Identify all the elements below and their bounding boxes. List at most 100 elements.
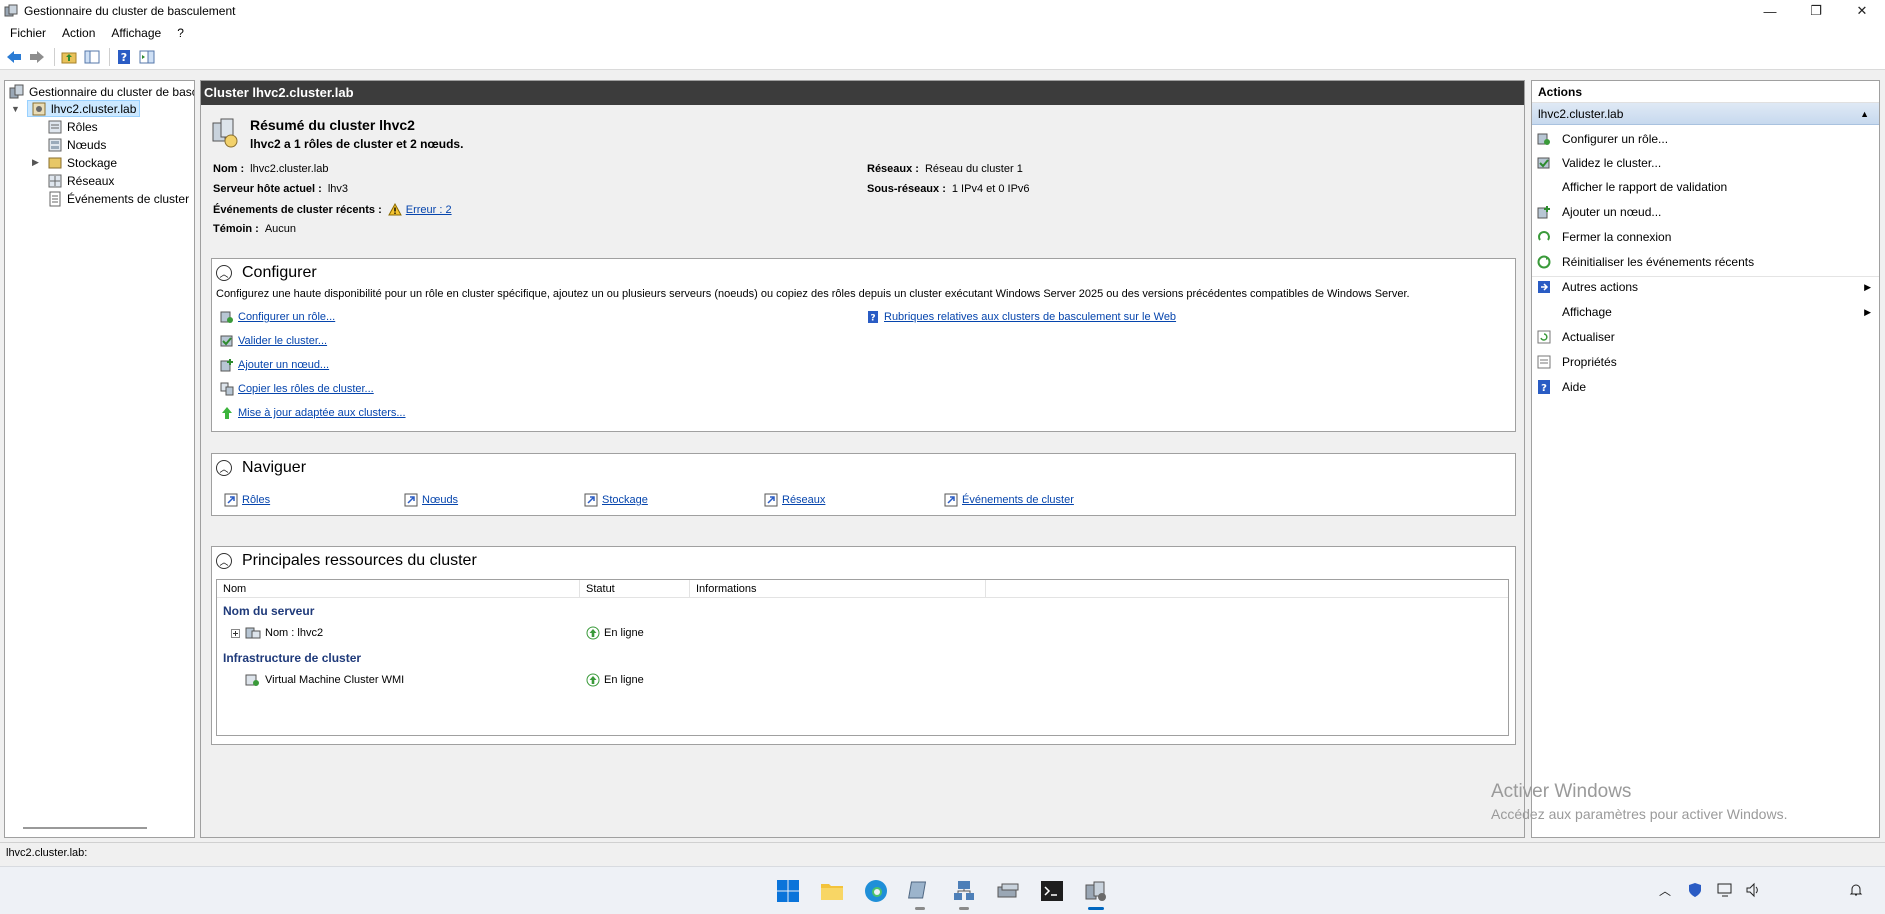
notifications-bell-icon[interactable] <box>1845 879 1867 901</box>
show-tree-icon[interactable] <box>82 47 102 67</box>
tree-item-storage[interactable]: Stockage <box>47 154 117 171</box>
field-reseaux: Réseaux : Réseau du cluster 1 <box>867 163 1023 175</box>
row-status: En ligne <box>604 674 644 686</box>
link-label: Stockage <box>602 494 648 506</box>
file-explorer-icon[interactable] <box>816 875 848 907</box>
field-label: Témoin : <box>213 223 259 235</box>
actions-context-label: lhvc2.cluster.lab <box>1538 107 1624 121</box>
network-status-icon[interactable] <box>1714 879 1736 901</box>
terminal-icon[interactable] <box>1036 875 1068 907</box>
add-node-link[interactable]: Ajouter un nœud... <box>220 357 329 373</box>
table-row[interactable]: Nom : lhvc2 En ligne <box>217 624 1508 642</box>
reset-events-icon <box>1536 254 1552 270</box>
menu-affichage[interactable]: Affichage <box>103 22 169 44</box>
start-windows-icon[interactable] <box>772 875 804 907</box>
column-header-nom[interactable]: Nom <box>217 580 580 598</box>
network-icon <box>48 174 62 187</box>
nav-link-nodes[interactable]: Nœuds <box>404 492 458 508</box>
web-topics-link[interactable]: ? Rubriques relatives aux clusters de ba… <box>866 309 1176 325</box>
action-reset-events[interactable]: Réinitialiser les événements récents <box>1532 250 1879 274</box>
group-header: Infrastructure de cluster <box>223 651 362 665</box>
action-pane-icon[interactable] <box>137 47 157 67</box>
failover-cluster-taskbar-icon[interactable] <box>1080 875 1112 910</box>
action-validation-report[interactable]: Afficher le rapport de validation <box>1532 175 1879 199</box>
tree-item-networks[interactable]: Réseaux <box>47 172 114 189</box>
restore-button[interactable]: ❐ <box>1793 0 1839 22</box>
cluster-manager-icon <box>4 4 18 17</box>
action-label: Fermer la connexion <box>1562 230 1672 244</box>
copy-roles-link[interactable]: Copier les rôles de cluster... <box>220 381 374 397</box>
action-close-connection[interactable]: Fermer la connexion <box>1532 225 1879 249</box>
nav-link-roles[interactable]: Rôles <box>224 492 270 508</box>
collapse-button[interactable]: ︿ <box>216 460 232 476</box>
action-configure-role[interactable]: Configurer un rôle... <box>1532 127 1879 151</box>
forward-arrow-icon[interactable] <box>27 47 47 67</box>
link-label: Rubriques relatives aux clusters de basc… <box>884 311 1177 323</box>
action-refresh[interactable]: Actualiser <box>1532 325 1879 349</box>
network-app-icon[interactable] <box>948 875 980 910</box>
up-folder-icon[interactable] <box>59 47 79 67</box>
running-indicator <box>915 907 925 910</box>
minimize-button[interactable]: — <box>1747 0 1793 22</box>
cluster-aware-update-link[interactable]: Mise à jour adaptée aux clusters... <box>220 405 406 421</box>
action-validate-cluster[interactable]: Validez le cluster... <box>1532 151 1879 175</box>
expand-plus-icon[interactable] <box>231 624 240 642</box>
collapse-up-icon[interactable]: ▲ <box>1860 103 1869 125</box>
menu-help[interactable]: ? <box>169 22 192 44</box>
tree-roles-label: Rôles <box>67 119 98 134</box>
submenu-arrow-icon: ▶ <box>1864 281 1871 292</box>
field-label: Événements de cluster récents : <box>213 203 382 216</box>
view-icon <box>1536 304 1552 320</box>
events-error-link[interactable]: Erreur : 2 <box>406 204 452 216</box>
volume-icon[interactable] <box>1742 879 1764 901</box>
activation-watermark-text: Accédez aux paramètres pour activer Wind… <box>1491 806 1788 822</box>
actions-context-header[interactable]: lhvc2.cluster.lab ▲ <box>1532 103 1879 125</box>
toolbar: ? <box>0 44 1885 70</box>
collapse-button[interactable]: ︿ <box>216 265 232 281</box>
action-view[interactable]: Affichage ▶ <box>1532 300 1879 324</box>
summary-title: Résumé du cluster lhvc2 <box>250 117 415 133</box>
link-label: Nœuds <box>422 494 459 506</box>
row-status-cell: En ligne <box>586 671 644 689</box>
resources-table: Nom Statut Informations Nom du serveur N… <box>216 579 1509 736</box>
menu-action[interactable]: Action <box>54 22 103 44</box>
chevron-right-icon[interactable]: ▶ <box>31 158 40 167</box>
help-icon[interactable]: ? <box>114 47 134 67</box>
validate-cluster-link[interactable]: Valider le cluster... <box>220 333 327 349</box>
tree-item-events[interactable]: Événements de cluster <box>47 190 189 207</box>
action-properties[interactable]: Propriétés <box>1532 350 1879 374</box>
action-more-actions[interactable]: Autres actions ▶ <box>1532 275 1879 299</box>
action-help[interactable]: ? Aide <box>1532 375 1879 399</box>
tree-item-roles[interactable]: Rôles <box>47 118 98 135</box>
configure-role-link[interactable]: Configurer un rôle... <box>220 309 335 325</box>
column-header-informations[interactable]: Informations <box>690 580 986 598</box>
collapse-button[interactable]: ︿ <box>216 553 232 569</box>
security-shield-icon[interactable] <box>1684 879 1706 901</box>
menu-fichier[interactable]: Fichier <box>2 22 54 44</box>
tree-item-nodes[interactable]: Nœuds <box>47 136 106 153</box>
horizontal-scrollbar[interactable] <box>23 827 147 829</box>
edge-browser-icon[interactable] <box>860 875 892 907</box>
close-button[interactable]: ✕ <box>1839 0 1885 22</box>
nav-link-storage[interactable]: Stockage <box>584 492 648 508</box>
table-row[interactable]: Virtual Machine Cluster WMI En ligne <box>217 671 1508 689</box>
hyperv-manager-icon[interactable] <box>992 875 1024 907</box>
storage-icon <box>48 157 62 168</box>
tree-root-item[interactable]: Gestionnaire du cluster de basc <box>9 83 194 100</box>
validate-icon <box>1536 155 1552 171</box>
column-header-statut[interactable]: Statut <box>580 580 690 598</box>
action-add-node[interactable]: Ajouter un nœud... <box>1532 200 1879 224</box>
nav-link-networks[interactable]: Réseaux <box>764 492 825 508</box>
ressources-section: ︿ Principales ressources du cluster Nom … <box>211 546 1516 745</box>
add-node-icon <box>1536 204 1552 220</box>
nav-link-events[interactable]: Événements de cluster <box>944 492 1074 508</box>
back-arrow-icon[interactable] <box>4 47 24 67</box>
menu-bar: Fichier Action Affichage ? <box>0 22 1885 44</box>
show-hidden-icons-icon[interactable]: ︿ <box>1654 879 1676 901</box>
section-title: Naviguer <box>242 459 307 476</box>
tree-item-cluster[interactable]: lhvc2.cluster.lab <box>27 100 141 117</box>
chevron-down-icon[interactable]: ▼ <box>11 105 20 114</box>
server-manager-icon[interactable] <box>904 875 936 910</box>
field-value: 1 IPv4 et 0 IPv6 <box>951 183 1030 195</box>
field-label: Nom : <box>213 163 245 175</box>
